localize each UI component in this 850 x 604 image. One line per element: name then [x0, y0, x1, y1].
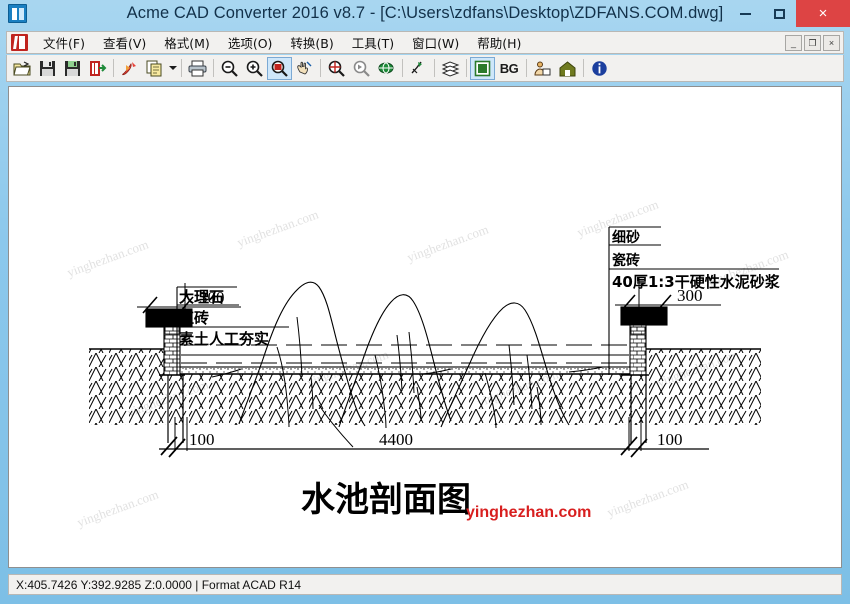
menu-item-file[interactable]: 文件(F) — [34, 30, 94, 55]
pdf-export-icon[interactable] — [117, 57, 142, 80]
title-bar: Acme CAD Converter 2016 v8.7 - [C:\Users… — [0, 0, 850, 27]
dim-right-300: 300 — [677, 286, 703, 305]
toolbar-separator — [466, 59, 467, 77]
coordinate-status: X:405.7426 Y:392.9285 Z:0.0000 | Format … — [16, 577, 302, 592]
menu-item-options[interactable]: 选项(O) — [219, 30, 282, 55]
menu-item-view[interactable]: 查看(V) — [94, 30, 155, 55]
mdi-close-button[interactable]: × — [823, 34, 840, 51]
layers-icon[interactable] — [438, 57, 463, 80]
label-right-2: 瓷砖 — [612, 252, 640, 269]
menu-item-window[interactable]: 窗口(W) — [403, 30, 468, 55]
drawing-title: 水池剖面图 — [301, 480, 471, 520]
menu-bar: 文件(F) 查看(V) 格式(M) 选项(O) 转换(B) 工具(T) 窗口(W… — [6, 31, 844, 54]
zoom-window-icon[interactable] — [267, 56, 292, 80]
svg-text:yinghezhan.com: yinghezhan.com — [235, 206, 321, 249]
dim-left-300: 300 — [199, 288, 225, 307]
acme-logo-icon — [11, 34, 28, 51]
open-icon[interactable] — [10, 57, 35, 80]
drawing-canvas[interactable]: yinghezhan.com yinghezhan.com yinghezhan… — [8, 86, 842, 568]
window-controls: × — [728, 0, 850, 27]
toolbar-separator — [583, 59, 584, 77]
zoom-extents-icon[interactable] — [324, 57, 349, 80]
toolbar-separator — [320, 59, 321, 77]
mdi-minimize-button[interactable]: _ — [785, 34, 802, 51]
toolbar-separator — [526, 59, 527, 77]
display-mode-icon[interactable] — [470, 56, 495, 80]
dropdown-arrow-icon[interactable] — [167, 57, 178, 80]
label-left-2: 红砖 — [179, 309, 209, 327]
svg-text:yinghezhan.com: yinghezhan.com — [605, 476, 691, 519]
window-title: Acme CAD Converter 2016 v8.7 - [C:\Users… — [126, 4, 724, 22]
mdi-window-controls: _ ❐ × — [785, 34, 843, 51]
watermark-red: yinghezhan.com — [466, 504, 591, 521]
cad-drawing: yinghezhan.com yinghezhan.com yinghezhan… — [65, 196, 791, 529]
background-toggle[interactable]: BG — [495, 57, 523, 80]
home-icon[interactable] — [555, 57, 580, 80]
save-icon[interactable] — [35, 57, 60, 80]
close-button[interactable]: × — [796, 0, 850, 27]
zoom-in-icon[interactable] — [242, 57, 267, 80]
print-icon[interactable] — [185, 57, 210, 80]
label-left-3: 素土人工夯实 — [179, 330, 269, 348]
svg-text:yinghezhan.com: yinghezhan.com — [65, 236, 151, 279]
toolbar-separator — [181, 59, 182, 77]
measure-icon[interactable] — [406, 57, 431, 80]
label-right-1: 细砂 — [612, 229, 640, 246]
svg-text:yinghezhan.com: yinghezhan.com — [405, 221, 491, 264]
toolbar-separator — [434, 59, 435, 77]
save-as-icon[interactable] — [60, 57, 85, 80]
menu-item-format[interactable]: 格式(M) — [155, 30, 219, 55]
menu-item-tools[interactable]: 工具(T) — [343, 30, 403, 55]
zoom-previous-icon[interactable] — [349, 57, 374, 80]
zoom-all-icon[interactable] — [374, 57, 399, 80]
batch-convert-icon[interactable] — [85, 57, 110, 80]
pan-icon[interactable] — [292, 57, 317, 80]
register-icon[interactable] — [530, 57, 555, 80]
status-bar: X:405.7426 Y:392.9285 Z:0.0000 | Format … — [8, 574, 842, 595]
dim-bottom-right: 100 — [657, 430, 683, 449]
minimize-button[interactable] — [728, 0, 762, 27]
toolbar-separator — [213, 59, 214, 77]
mdi-restore-button[interactable]: ❐ — [804, 34, 821, 51]
menu-item-help[interactable]: 帮助(H) — [468, 30, 530, 55]
zoom-out-icon[interactable] — [217, 57, 242, 80]
copy-icon[interactable] — [142, 57, 167, 80]
application-window: Acme CAD Converter 2016 v8.7 - [C:\Users… — [0, 0, 850, 604]
toolbar-separator — [113, 59, 114, 77]
dim-bottom-left: 100 — [189, 430, 215, 449]
svg-text:yinghezhan.com: yinghezhan.com — [75, 486, 161, 529]
toolbar-separator — [402, 59, 403, 77]
dim-bottom-center: 4400 — [379, 430, 413, 449]
about-icon[interactable] — [587, 57, 612, 80]
menu-item-convert[interactable]: 转换(B) — [281, 30, 342, 55]
maximize-button[interactable] — [762, 0, 796, 27]
toolbar: BG — [6, 55, 844, 82]
